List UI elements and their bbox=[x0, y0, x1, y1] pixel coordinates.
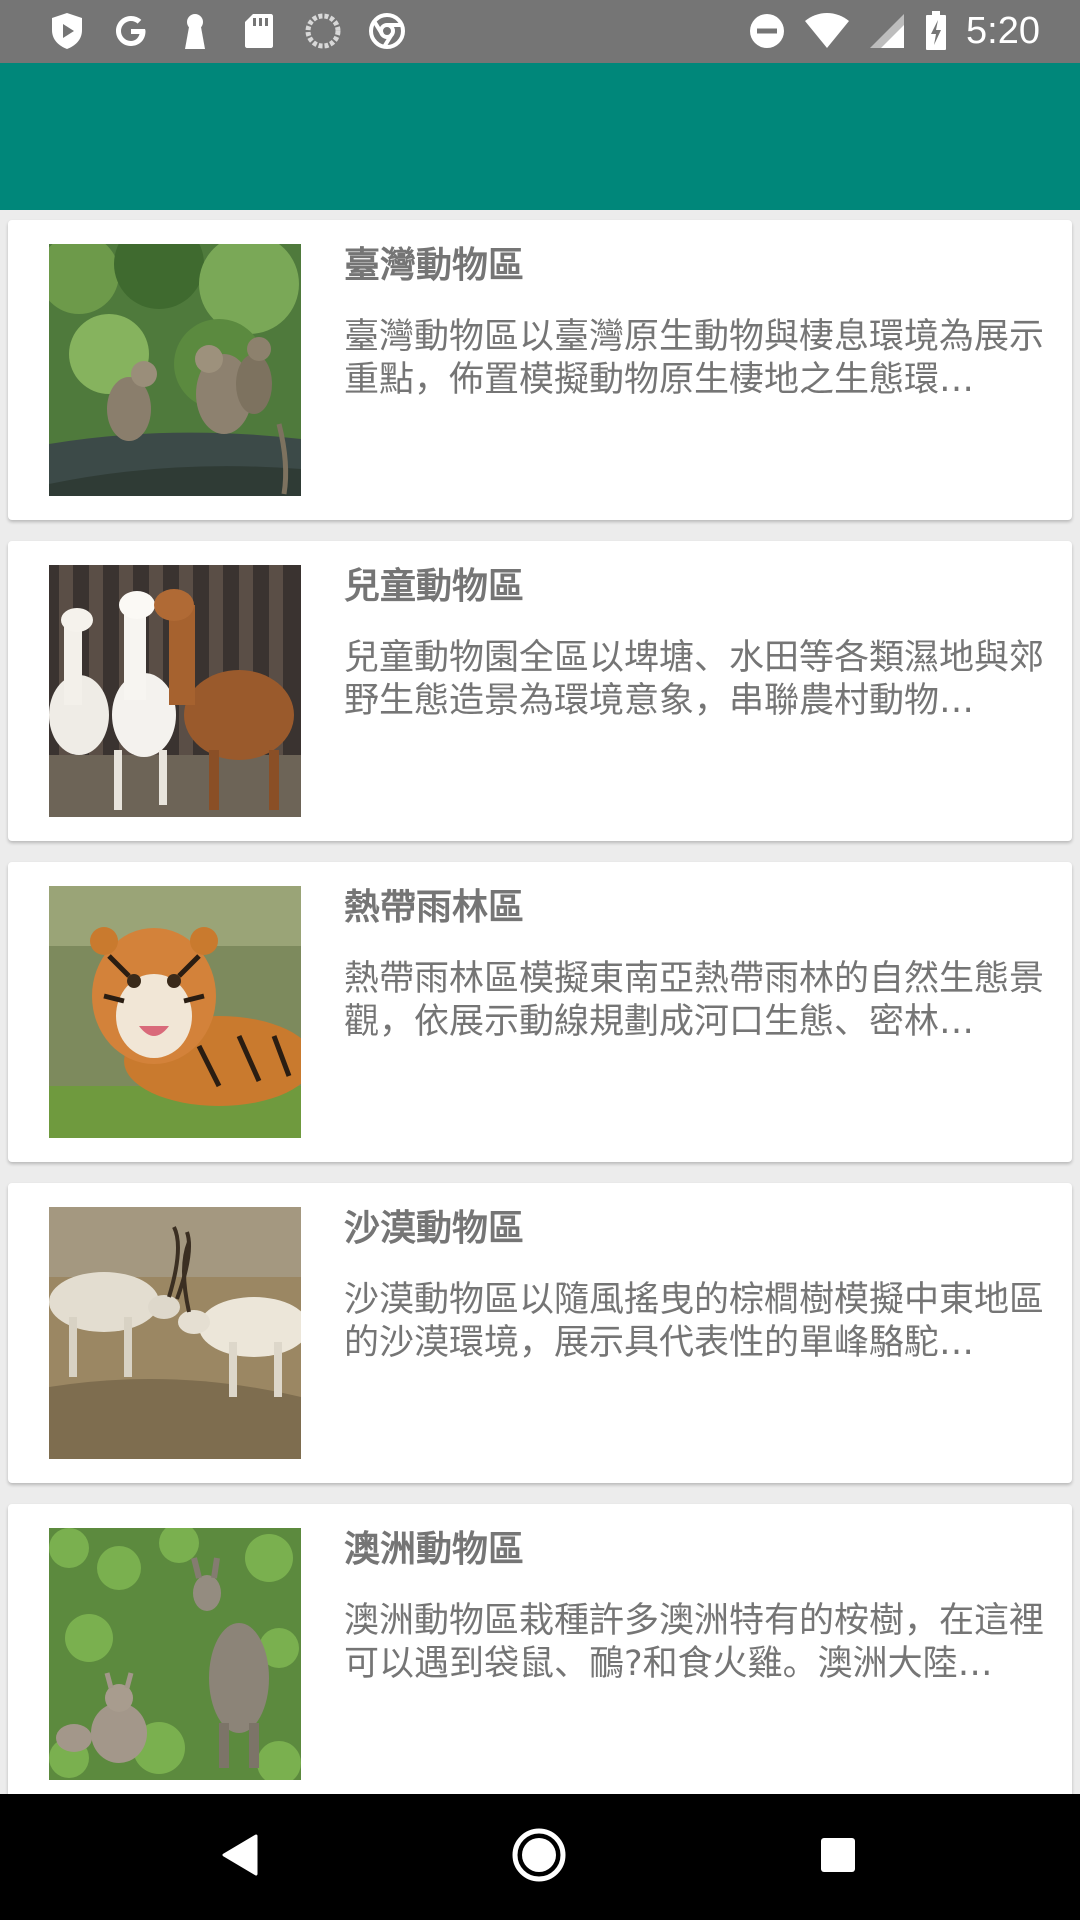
zone-description: 兒童動物園全區以埤塘、水田等各類濕地與郊野生態造景為環境意象，串聯農村動物… bbox=[344, 638, 1045, 721]
zone-card[interactable]: 沙漠動物區 沙漠動物區以隨風搖曳的棕櫚樹模擬中東地區的沙漠環境，展示具代表性的單… bbox=[8, 1183, 1072, 1483]
status-bar: 5:20 bbox=[0, 0, 1080, 63]
zone-title: 澳洲動物區 bbox=[344, 1529, 525, 1570]
chrome-icon bbox=[368, 12, 406, 50]
zone-description: 沙漠動物區以隨風搖曳的棕櫚樹模擬中東地區的沙漠環境，展示具代表性的單峰駱駝… bbox=[344, 1280, 1045, 1363]
home-circle-icon bbox=[511, 1827, 567, 1887]
clock: 5:20 bbox=[966, 10, 1040, 52]
keyhole-icon bbox=[176, 12, 214, 50]
zone-description: 熱帶雨林區模擬東南亞熱帶雨林的自然生態景觀，依展示動線規劃成河口生態、密林… bbox=[344, 959, 1045, 1042]
app-bar bbox=[0, 63, 1080, 210]
zone-card[interactable]: 兒童動物區 兒童動物園全區以埤塘、水田等各類濕地與郊野生態造景為環境意象，串聯農… bbox=[8, 541, 1072, 841]
recents-square-icon bbox=[818, 1835, 858, 1879]
zone-description: 澳洲動物區栽種許多澳洲特有的桉樹，在這裡可以遇到袋鼠、鴯?和食火雞。澳洲大陸… bbox=[344, 1601, 1045, 1684]
wifi-icon bbox=[804, 12, 850, 50]
sd-card-icon bbox=[240, 12, 278, 50]
recents-button[interactable] bbox=[805, 1824, 871, 1890]
zone-description: 臺灣動物區以臺灣原生動物與棲息環境為展示重點，佈置模擬動物原生棲地之生態環… bbox=[344, 317, 1045, 400]
zone-title: 兒童動物區 bbox=[344, 566, 525, 607]
navigation-bar bbox=[0, 1794, 1080, 1920]
zone-card[interactable]: 熱帶雨林區 熱帶雨林區模擬東南亞熱帶雨林的自然生態景觀，依展示動線規劃成河口生態… bbox=[8, 862, 1072, 1162]
zone-card[interactable]: 澳洲動物區 澳洲動物區栽種許多澳洲特有的桉樹，在這裡可以遇到袋鼠、鴯?和食火雞。… bbox=[8, 1504, 1072, 1794]
sync-circle-icon bbox=[304, 12, 342, 50]
system-icons: 5:20 bbox=[748, 10, 1040, 52]
battery-charging-icon bbox=[924, 11, 948, 50]
notification-icons bbox=[48, 12, 406, 50]
zone-title: 沙漠動物區 bbox=[344, 1208, 525, 1249]
zone-thumbnail bbox=[49, 886, 301, 1138]
zone-card[interactable]: 臺灣動物區 臺灣動物區以臺灣原生動物與棲息環境為展示重點，佈置模擬動物原生棲地之… bbox=[8, 220, 1072, 520]
play-protect-icon bbox=[48, 12, 86, 50]
zone-title: 熱帶雨林區 bbox=[344, 887, 525, 928]
zone-thumbnail bbox=[49, 565, 301, 817]
google-icon bbox=[112, 12, 150, 50]
zone-list[interactable]: 臺灣動物區 臺灣動物區以臺灣原生動物與棲息環境為展示重點，佈置模擬動物原生棲地之… bbox=[0, 210, 1080, 1794]
zone-thumbnail bbox=[49, 1207, 301, 1459]
back-button[interactable] bbox=[207, 1824, 273, 1890]
do-not-disturb-icon bbox=[748, 12, 786, 50]
back-triangle-icon bbox=[220, 1833, 260, 1881]
zone-thumbnail bbox=[49, 244, 301, 496]
home-button[interactable] bbox=[506, 1824, 572, 1890]
cell-signal-icon bbox=[868, 12, 906, 50]
zone-title: 臺灣動物區 bbox=[344, 245, 525, 286]
zone-thumbnail bbox=[49, 1528, 301, 1780]
